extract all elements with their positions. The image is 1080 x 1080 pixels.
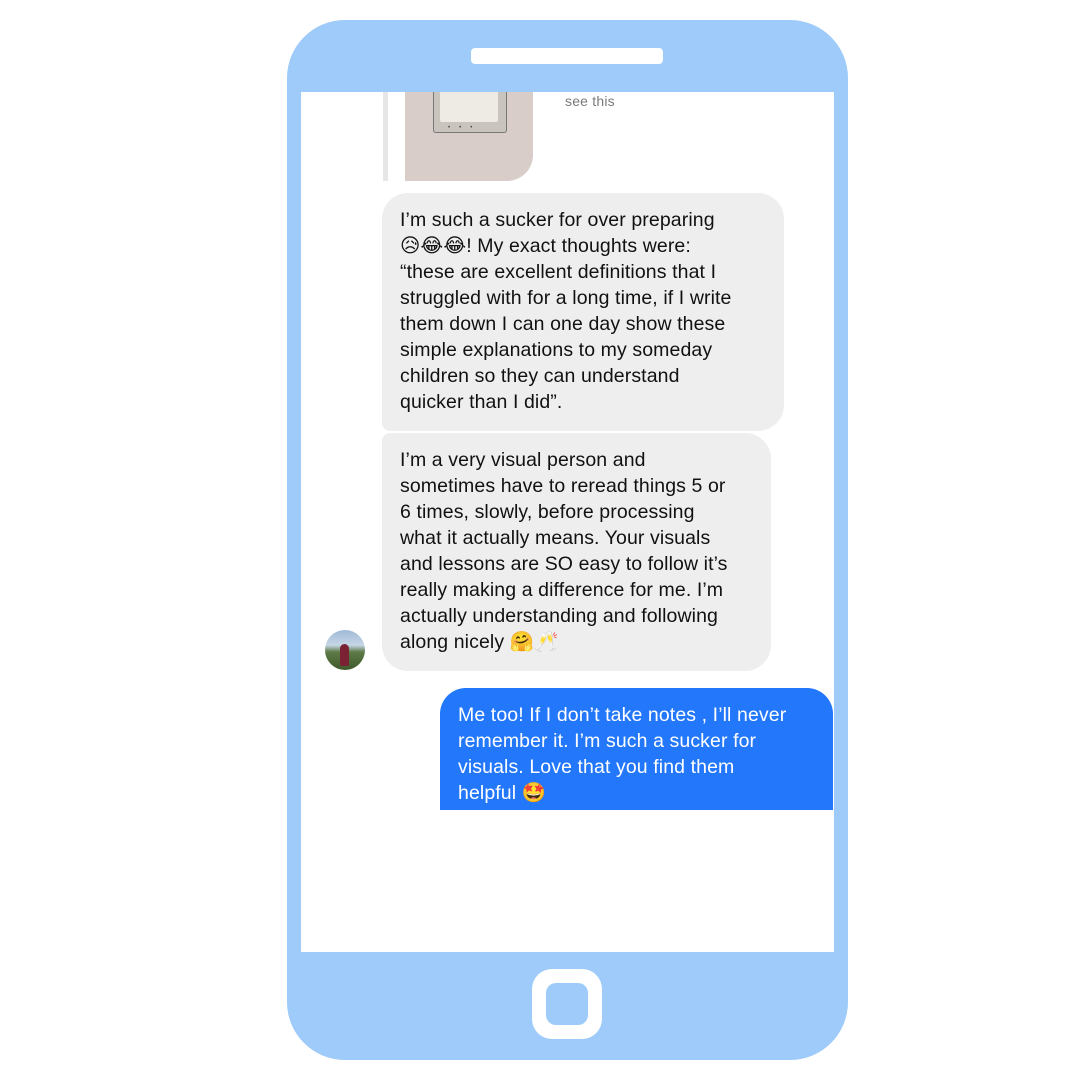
message-line: them down I can one day show these xyxy=(400,313,726,335)
message-line: and lessons are SO easy to follow it’s xyxy=(400,553,728,575)
home-button[interactable] xyxy=(532,969,602,1039)
chat-screen[interactable]: ••• see this I’m such a sucker for over … xyxy=(301,92,834,952)
message-line: sometimes have to reread things 5 or xyxy=(400,475,726,497)
message-line: I’m a very visual person and xyxy=(400,449,646,471)
message-line: helpful 🤩 xyxy=(458,782,547,804)
reply-preview-text: see this xyxy=(565,93,615,109)
message-line: along nicely 🤗🥂 xyxy=(400,631,559,653)
message-line: 😥😂😂! My exact thoughts were: xyxy=(400,235,691,257)
binder-dots: ••• xyxy=(448,125,482,131)
home-button-icon xyxy=(546,983,588,1025)
attachment-thumbnail[interactable]: ••• xyxy=(405,92,533,181)
message-line: what it actually means. Your visuals xyxy=(400,527,711,549)
avatar-figure xyxy=(340,644,349,666)
message-line: struggled with for a long time, if I wri… xyxy=(400,287,732,309)
reply-thread-line xyxy=(383,92,388,181)
message-line: “these are excellent definitions that I xyxy=(400,261,717,283)
message-line: visuals. Love that you find them xyxy=(458,756,735,778)
message-line: remember it. I’m such a sucker for xyxy=(458,730,757,752)
message-line: children so they can understand xyxy=(400,365,680,387)
message-line: actually understanding and following xyxy=(400,605,718,627)
phone-frame: ••• see this I’m such a sucker for over … xyxy=(287,20,848,1060)
outgoing-message-bubble[interactable]: Me too! If I don’t take notes , I’ll nev… xyxy=(440,688,833,810)
notebook-photo: ••• xyxy=(433,92,507,133)
incoming-message-bubble[interactable]: I’m such a sucker for over preparing 😥😂😂… xyxy=(382,193,784,431)
message-line: 6 times, slowly, before processing xyxy=(400,501,695,523)
speaker-grille xyxy=(471,48,663,64)
message-line: simple explanations to my someday xyxy=(400,339,713,361)
message-line: I’m such a sucker for over preparing xyxy=(400,209,715,231)
contact-avatar[interactable] xyxy=(325,630,365,670)
paper-sheet xyxy=(440,92,498,122)
message-line: quicker than I did”. xyxy=(400,391,563,413)
incoming-message-bubble[interactable]: I’m a very visual person and sometimes h… xyxy=(382,433,771,671)
message-line: really making a difference for me. I’m xyxy=(400,579,724,601)
message-line: Me too! If I don’t take notes , I’ll nev… xyxy=(458,704,787,726)
